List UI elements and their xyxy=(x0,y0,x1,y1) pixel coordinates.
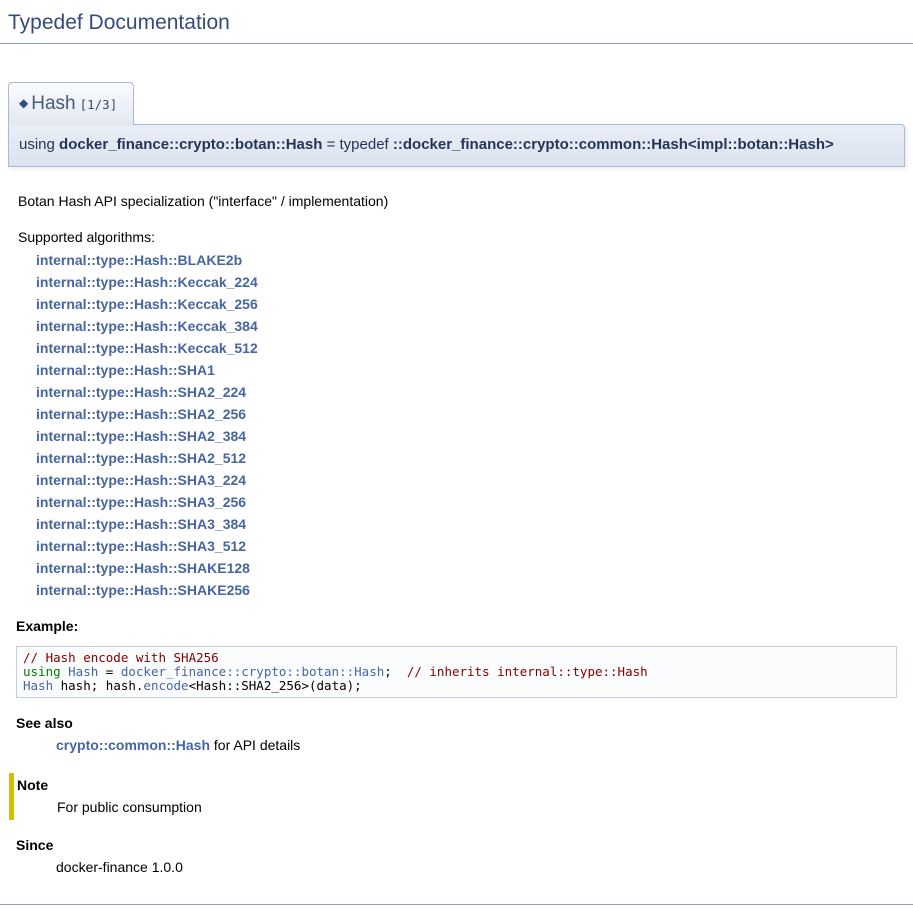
see-also-text: for API details xyxy=(210,737,300,753)
list-item: internal::type::Hash::SHA2_384 xyxy=(36,425,897,447)
algorithm-link[interactable]: internal::type::Hash::SHA3_224 xyxy=(36,472,246,488)
member-item: using docker_finance::crypto::botan::Has… xyxy=(8,124,905,878)
member-brief: Botan Hash API specialization ("interfac… xyxy=(18,191,897,212)
algorithm-link[interactable]: internal::type::Hash::SHA3_512 xyxy=(36,538,246,554)
code-comment: // Hash encode with SHA256 xyxy=(23,650,219,665)
note-section: Note For public consumption xyxy=(9,773,897,820)
list-item: internal::type::Hash::SHA3_384 xyxy=(36,513,897,535)
algorithm-link[interactable]: internal::type::Hash::SHA2_256 xyxy=(36,406,246,422)
code-link-hash-alias[interactable]: Hash xyxy=(68,664,98,679)
since-section: Since docker-finance 1.0.0 xyxy=(16,835,897,878)
typedef-prototype: using docker_finance::crypto::botan::Has… xyxy=(8,124,905,167)
code-keyword-using: using xyxy=(23,664,68,679)
note-label: Note xyxy=(17,775,897,796)
list-item: internal::type::Hash::SHA2_256 xyxy=(36,403,897,425)
doxygen-content: Typedef Documentation ◆Hash[1/3] using d… xyxy=(0,0,913,905)
code-comment: // inherits internal::type::Hash xyxy=(407,664,648,679)
since-text: docker-finance 1.0.0 xyxy=(56,857,897,878)
list-item: internal::type::Hash::Keccak_512 xyxy=(36,337,897,359)
code-fragment: // Hash encode with SHA256 using Hash = … xyxy=(16,646,897,698)
see-also-link[interactable]: crypto::common::Hash xyxy=(56,737,210,753)
algorithm-link[interactable]: internal::type::Hash::SHA2_224 xyxy=(36,384,246,400)
member-title-tab: ◆Hash [1/3] xyxy=(8,82,134,126)
list-item: internal::type::Hash::SHAKE128 xyxy=(36,557,897,579)
note-text: For public consumption xyxy=(57,797,897,818)
proto-separator: = typedef xyxy=(322,136,392,153)
algorithm-link[interactable]: internal::type::Hash::SHAKE128 xyxy=(36,560,250,576)
code-line: using Hash = docker_finance::crypto::bot… xyxy=(23,665,890,679)
member-title-row: ◆Hash [1/3] xyxy=(8,82,905,126)
see-also-section: See also crypto::common::Hash for API de… xyxy=(16,713,897,756)
member-overload-index: [1/3] xyxy=(80,97,118,112)
list-item: internal::type::Hash::SHAKE256 xyxy=(36,579,897,601)
section-title: Typedef Documentation xyxy=(0,0,913,44)
list-item: internal::type::Hash::SHA2_512 xyxy=(36,447,897,469)
algorithm-link[interactable]: internal::type::Hash::SHA2_512 xyxy=(36,450,246,466)
list-item: internal::type::Hash::Keccak_224 xyxy=(36,271,897,293)
code-line: Hash hash; hash.encode<Hash::SHA2_256>(d… xyxy=(23,679,890,693)
member-name: Hash xyxy=(31,93,75,114)
algorithm-link[interactable]: internal::type::Hash::Keccak_224 xyxy=(36,274,258,290)
page-footer-divider xyxy=(0,904,913,905)
code-text: ; xyxy=(384,664,407,679)
since-label: Since xyxy=(16,835,897,856)
list-item: internal::type::Hash::Keccak_256 xyxy=(36,293,897,315)
algorithm-link[interactable]: internal::type::Hash::SHA2_384 xyxy=(36,428,246,444)
code-link-encode[interactable]: encode xyxy=(143,678,188,693)
algorithm-link[interactable]: internal::type::Hash::BLAKE2b xyxy=(36,252,242,268)
algorithm-list: internal::type::Hash::BLAKE2b internal::… xyxy=(36,249,897,601)
list-item: internal::type::Hash::Keccak_384 xyxy=(36,315,897,337)
list-item: internal::type::Hash::SHA1 xyxy=(36,359,897,381)
list-item: internal::type::Hash::SHA3_256 xyxy=(36,491,897,513)
proto-using-keyword: using xyxy=(19,136,59,153)
code-text: <Hash::SHA2_256>(data); xyxy=(189,678,362,693)
code-link-hash-type[interactable]: Hash xyxy=(23,678,53,693)
code-line: // Hash encode with SHA256 xyxy=(23,651,890,665)
list-item: internal::type::Hash::BLAKE2b xyxy=(36,249,897,271)
proto-typedef-name: docker_finance::crypto::botan::Hash xyxy=(59,136,322,153)
code-link-botan-hash[interactable]: docker_finance::crypto::botan::Hash xyxy=(121,664,384,679)
code-text: hash; hash. xyxy=(53,678,143,693)
list-item: internal::type::Hash::SHA3_224 xyxy=(36,469,897,491)
proto-definition: ::docker_finance::crypto::common::Hash<i… xyxy=(393,136,834,153)
algorithm-link[interactable]: internal::type::Hash::Keccak_512 xyxy=(36,340,258,356)
algorithm-link[interactable]: internal::type::Hash::SHA3_384 xyxy=(36,516,246,532)
algorithm-link[interactable]: internal::type::Hash::SHA1 xyxy=(36,362,215,378)
permalink-anchor-icon[interactable]: ◆ xyxy=(19,96,28,110)
algorithms-label: Supported algorithms: xyxy=(18,227,897,248)
member-documentation: Botan Hash API specialization ("interfac… xyxy=(8,167,905,878)
list-item: internal::type::Hash::SHA3_512 xyxy=(36,535,897,557)
example-section: Example: xyxy=(16,616,897,637)
example-label: Example: xyxy=(16,616,897,637)
code-text: = xyxy=(98,664,121,679)
list-item: internal::type::Hash::SHA2_224 xyxy=(36,381,897,403)
algorithm-link[interactable]: internal::type::Hash::SHAKE256 xyxy=(36,582,250,598)
typedef-hash-member: ◆Hash[1/3] using docker_finance::crypto:… xyxy=(8,82,905,878)
see-also-content: crypto::common::Hash for API details xyxy=(56,735,897,756)
see-also-label: See also xyxy=(16,713,897,734)
algorithm-link[interactable]: internal::type::Hash::SHA3_256 xyxy=(36,494,246,510)
algorithm-link[interactable]: internal::type::Hash::Keccak_384 xyxy=(36,318,258,334)
algorithm-link[interactable]: internal::type::Hash::Keccak_256 xyxy=(36,296,258,312)
